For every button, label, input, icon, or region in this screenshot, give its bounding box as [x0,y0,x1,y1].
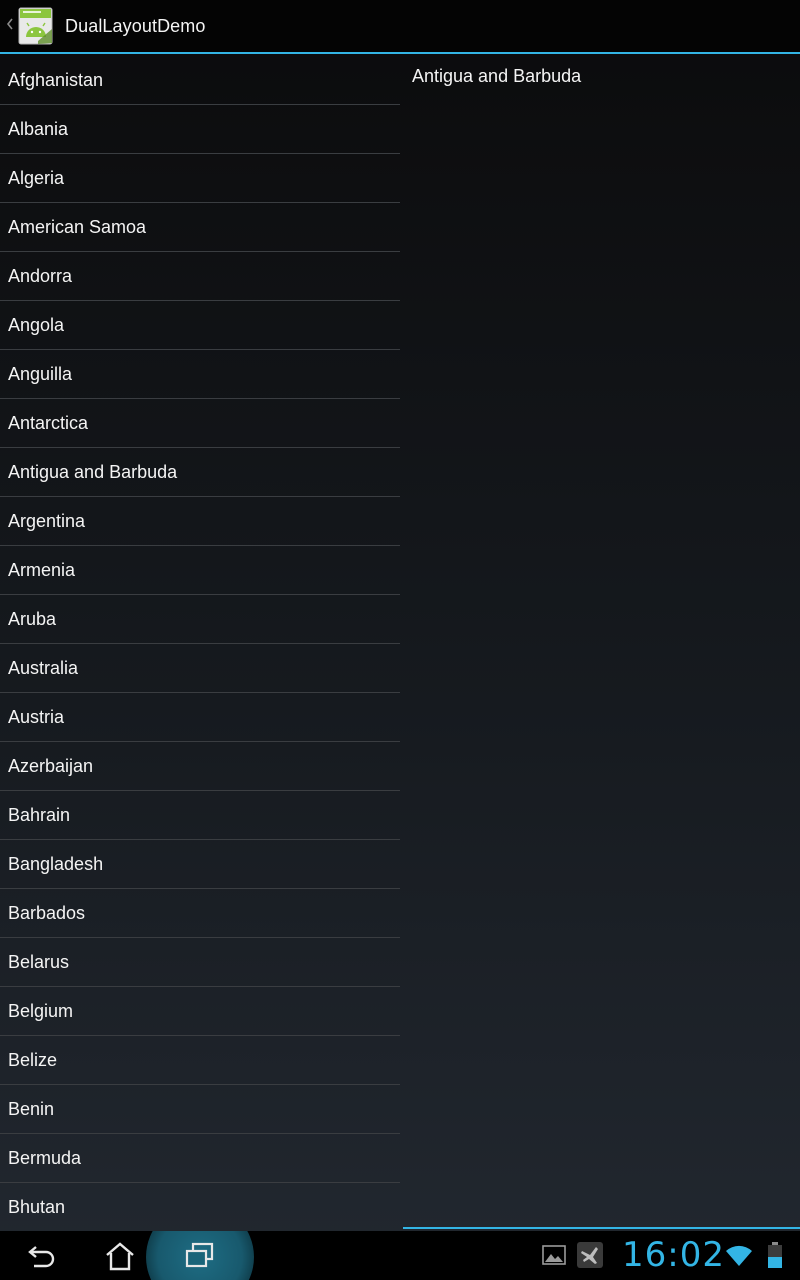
android-app-icon[interactable] [18,7,54,45]
status-clock: 16:02 [622,1235,725,1275]
battery-icon [766,1242,784,1268]
country-name: American Samoa [8,216,147,237]
country-list[interactable]: Afghanistan Albania Algeria American Samoa A… [0,56,400,1231]
country-name: Antigua and Barbuda [8,461,178,482]
system-navigation-bar: 16:02 [0,1231,800,1280]
list-item[interactable]: Angola [0,301,400,350]
home-icon[interactable] [103,1239,137,1273]
list-item[interactable]: Austria [0,693,400,742]
country-name: Barbados [8,902,86,923]
list-item[interactable]: Belize [0,1036,400,1085]
app-title: DualLayoutDemo [65,15,206,36]
list-item[interactable]: Bahrain [0,791,400,840]
list-item[interactable]: Belarus [0,938,400,987]
list-item[interactable]: Antigua and Barbuda [0,448,400,497]
list-item[interactable]: Bermuda [0,1134,400,1183]
country-name: Antarctica [8,412,89,433]
list-item[interactable]: Australia [0,644,400,693]
list-item[interactable]: Afghanistan [0,56,400,105]
country-name: Aruba [8,608,57,629]
list-item[interactable]: Albania [0,105,400,154]
country-name: Australia [8,657,79,678]
country-name: Afghanistan [8,69,104,90]
list-item[interactable]: Argentina [0,497,400,546]
country-name: Angola [8,314,65,335]
gallery-notification-icon[interactable] [541,1242,567,1268]
country-name: Bangladesh [8,853,104,874]
airplane-mode-icon [577,1242,603,1268]
country-name: Anguilla [8,363,73,384]
country-name: Bermuda [8,1147,82,1168]
country-name: Belarus [8,951,70,972]
recents-icon[interactable] [183,1239,217,1273]
up-caret-icon[interactable] [2,16,18,37]
list-item[interactable]: American Samoa [0,203,400,252]
country-name: Armenia [8,559,76,580]
list-item[interactable]: Azerbaijan [0,742,400,791]
list-item[interactable]: Armenia [0,546,400,595]
back-icon[interactable] [24,1239,58,1273]
list-item[interactable]: Belgium [0,987,400,1036]
country-name: Azerbaijan [8,755,94,776]
list-item[interactable]: Bhutan [0,1183,400,1231]
country-name: Benin [8,1098,55,1119]
wifi-icon [725,1242,752,1268]
selected-country-label: Antigua and Barbuda [412,66,582,86]
screen: DualLayoutDemo Afghanistan Albania Algeria… [0,0,800,1280]
country-name: Bahrain [8,804,71,825]
list-item[interactable]: Antarctica [0,399,400,448]
country-name: Argentina [8,510,86,531]
list-item[interactable]: Andorra [0,252,400,301]
country-name: Belgium [8,1000,74,1021]
country-name: Algeria [8,167,65,188]
country-name: Albania [8,118,69,139]
country-name: Andorra [8,265,73,286]
detail-pane: Antigua and Barbuda [400,56,800,1231]
dual-pane-content: Afghanistan Albania Algeria American Samoa A… [0,56,800,1231]
list-item[interactable]: Benin [0,1085,400,1134]
list-item[interactable]: Barbados [0,889,400,938]
detail-edge-glow [403,1227,800,1229]
country-name: Austria [8,706,65,727]
list-item[interactable]: Anguilla [0,350,400,399]
list-item[interactable]: Aruba [0,595,400,644]
country-name: Belize [8,1049,58,1070]
list-item[interactable]: Bangladesh [0,840,400,889]
country-name: Bhutan [8,1196,66,1217]
action-bar: DualLayoutDemo [0,0,800,54]
list-item[interactable]: Algeria [0,154,400,203]
